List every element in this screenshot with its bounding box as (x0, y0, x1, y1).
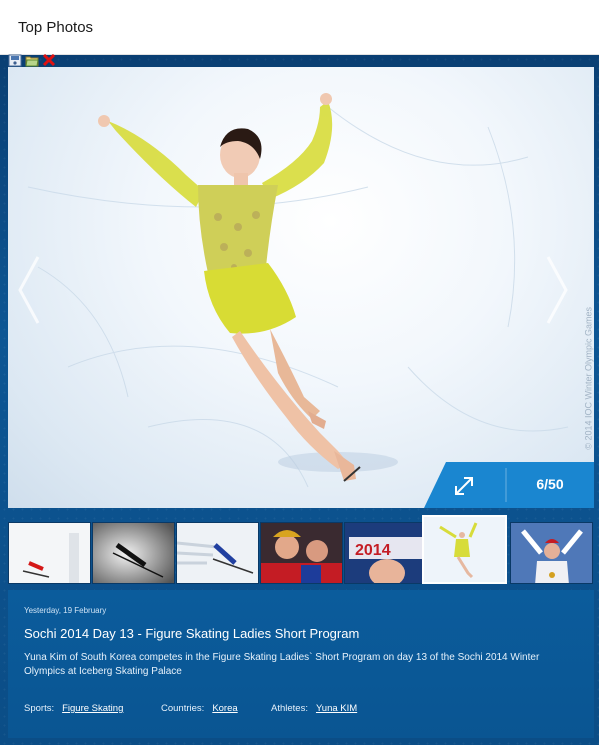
open-folder-icon[interactable] (25, 54, 39, 67)
fullscreen-expand-icon[interactable] (452, 474, 476, 498)
toolbar (8, 54, 56, 67)
next-arrow-icon[interactable] (544, 255, 570, 325)
sports-link[interactable]: Figure Skating (62, 703, 123, 714)
sports-meta: Sports: Figure Skating (24, 703, 123, 714)
page-header: Top Photos (0, 0, 599, 55)
countries-link[interactable]: Korea (212, 703, 237, 714)
figure-skater-image (27, 93, 569, 488)
thumbnail-strip: 2014 (8, 515, 594, 587)
svg-text:2014: 2014 (355, 542, 391, 559)
page-title: Top Photos (18, 19, 94, 36)
sports-label: Sports: (24, 703, 55, 714)
close-icon[interactable] (42, 54, 56, 67)
thumbnail-sochi-2014-fan[interactable]: 2014 (344, 522, 427, 584)
photo-caption: Yesterday, 19 February Sochi 2014 Day 13… (8, 590, 594, 738)
thumbnail-ski-jumper-red[interactable] (8, 522, 91, 584)
photo-title: Sochi 2014 Day 13 - Figure Skating Ladie… (24, 626, 360, 641)
thumbnail-ski-jumper-silhouette[interactable] (92, 522, 175, 584)
previous-arrow-icon[interactable] (16, 255, 42, 325)
thumbnail-russian-fans[interactable] (260, 522, 343, 584)
photo-date: Yesterday, 19 February (24, 606, 107, 615)
countries-label: Countries: (161, 703, 205, 714)
save-icon[interactable] (8, 54, 22, 67)
photo-credit: © 2014 IOC Winter Olympic Games (584, 307, 594, 450)
athletes-meta: Athletes: Yuna KIM (271, 703, 357, 714)
thumbnail-skier-motion-blur[interactable] (176, 522, 259, 584)
photo-counter: 6/50 (536, 476, 564, 492)
main-photo[interactable]: © 2014 IOC Winter Olympic Games (8, 67, 594, 508)
thumbnail-figure-skater-yellow[interactable] (422, 515, 507, 584)
athletes-label: Athletes: (271, 703, 308, 714)
countries-meta: Countries: Korea (161, 703, 238, 714)
photo-description: Yuna Kim of South Korea competes in the … (24, 652, 540, 677)
thumbnail-athlete-celebrating[interactable] (510, 522, 593, 584)
athletes-link[interactable]: Yuna KIM (316, 703, 357, 714)
